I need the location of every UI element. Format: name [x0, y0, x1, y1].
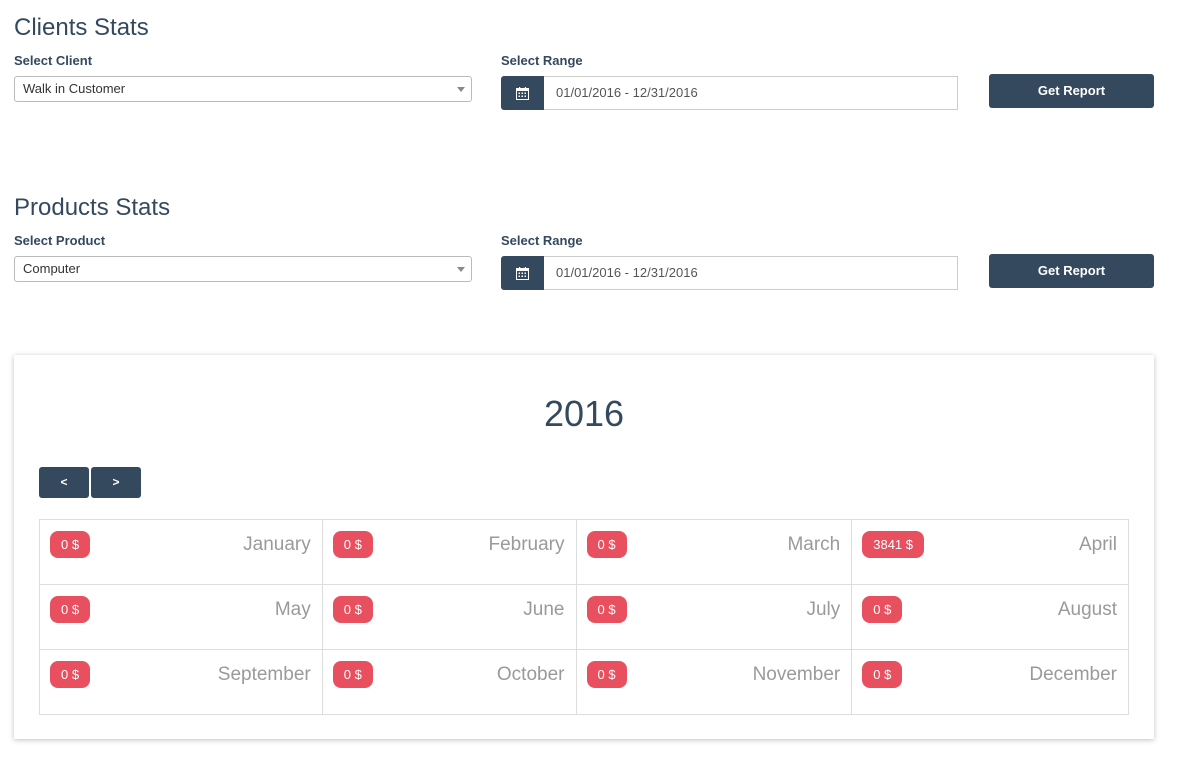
month-amount-badge: 0 $ — [586, 596, 627, 623]
month-cell-february[interactable]: 0 $ February — [321, 519, 577, 585]
month-amount-badge: 0 $ — [862, 596, 903, 623]
client-range-label: Select Range — [501, 53, 583, 68]
yearly-calendar-card: 2016 < > 0 $ January 0 $ February 0 $ Ma… — [14, 355, 1154, 739]
month-amount-badge: 0 $ — [332, 596, 373, 623]
select-product-label: Select Product — [14, 233, 106, 248]
month-cell-january[interactable]: 0 $ January — [39, 519, 323, 585]
product-range-picker[interactable]: 01/01/2016 - 12/31/2016 — [501, 256, 958, 290]
month-name: April — [1078, 534, 1117, 555]
chevron-down-icon — [457, 267, 465, 272]
month-amount-badge: 0 $ — [50, 596, 91, 623]
products-stats-title: Products Stats — [14, 194, 171, 221]
month-name: September — [217, 664, 311, 685]
month-amount-badge: 3841 $ — [862, 531, 924, 558]
month-cell-october[interactable]: 0 $ October — [321, 649, 577, 715]
month-cell-march[interactable]: 0 $ March — [575, 519, 853, 585]
month-name: January — [243, 534, 311, 555]
month-name: March — [787, 534, 841, 555]
month-name: May — [274, 599, 311, 620]
select-client-value: Walk in Customer — [23, 81, 126, 96]
month-cell-july[interactable]: 0 $ July — [575, 584, 853, 650]
select-client-label: Select Client — [14, 53, 93, 68]
month-cell-may[interactable]: 0 $ May — [39, 584, 323, 650]
month-cell-august[interactable]: 0 $ August — [851, 584, 1129, 650]
year-title: 2016 — [543, 393, 625, 434]
select-product-dropdown[interactable]: Computer — [14, 256, 472, 282]
product-range-label: Select Range — [501, 233, 583, 248]
month-cell-december[interactable]: 0 $ December — [851, 649, 1129, 715]
select-product-value: Computer — [23, 261, 81, 276]
clients-stats-section: Clients Stats Select Client Walk in Cust… — [14, 0, 1174, 120]
product-range-input[interactable]: 01/01/2016 - 12/31/2016 — [544, 256, 958, 290]
products-stats-section: Products Stats Select Product Computer S… — [14, 180, 1174, 300]
prev-year-button[interactable]: < — [39, 467, 89, 498]
month-name: June — [523, 599, 565, 620]
month-amount-badge: 0 $ — [862, 661, 903, 688]
calendar-icon[interactable] — [501, 256, 544, 290]
next-year-button[interactable]: > — [91, 467, 141, 498]
month-cell-june[interactable]: 0 $ June — [321, 584, 577, 650]
month-cell-november[interactable]: 0 $ November — [575, 649, 853, 715]
client-range-input[interactable]: 01/01/2016 - 12/31/2016 — [544, 76, 958, 110]
client-range-picker[interactable]: 01/01/2016 - 12/31/2016 — [501, 76, 958, 110]
month-amount-badge: 0 $ — [332, 531, 373, 558]
month-cell-april[interactable]: 3841 $ April — [851, 519, 1129, 585]
client-get-report-button[interactable]: Get Report — [989, 74, 1154, 108]
month-name: August — [1057, 599, 1117, 620]
month-name: December — [1029, 664, 1117, 685]
month-name: July — [806, 599, 841, 620]
months-grid: 0 $ January 0 $ February 0 $ March 3841 … — [39, 519, 1129, 715]
month-amount-badge: 0 $ — [586, 531, 627, 558]
month-amount-badge: 0 $ — [50, 531, 91, 558]
month-amount-badge: 0 $ — [586, 661, 627, 688]
months-row: 0 $ September 0 $ October 0 $ November 0… — [39, 649, 1129, 715]
month-cell-september[interactable]: 0 $ September — [39, 649, 323, 715]
months-row: 0 $ May 0 $ June 0 $ July 0 $ August — [39, 584, 1129, 650]
month-amount-badge: 0 $ — [332, 661, 373, 688]
calendar-icon[interactable] — [501, 76, 544, 110]
month-name: October — [496, 664, 565, 685]
chevron-down-icon — [457, 87, 465, 92]
month-amount-badge: 0 $ — [50, 661, 91, 688]
month-name: February — [488, 534, 565, 555]
clients-stats-title: Clients Stats — [14, 14, 149, 41]
select-client-dropdown[interactable]: Walk in Customer — [14, 76, 472, 102]
month-name: November — [752, 664, 841, 685]
product-get-report-button[interactable]: Get Report — [989, 254, 1154, 288]
months-row: 0 $ January 0 $ February 0 $ March 3841 … — [39, 519, 1129, 585]
